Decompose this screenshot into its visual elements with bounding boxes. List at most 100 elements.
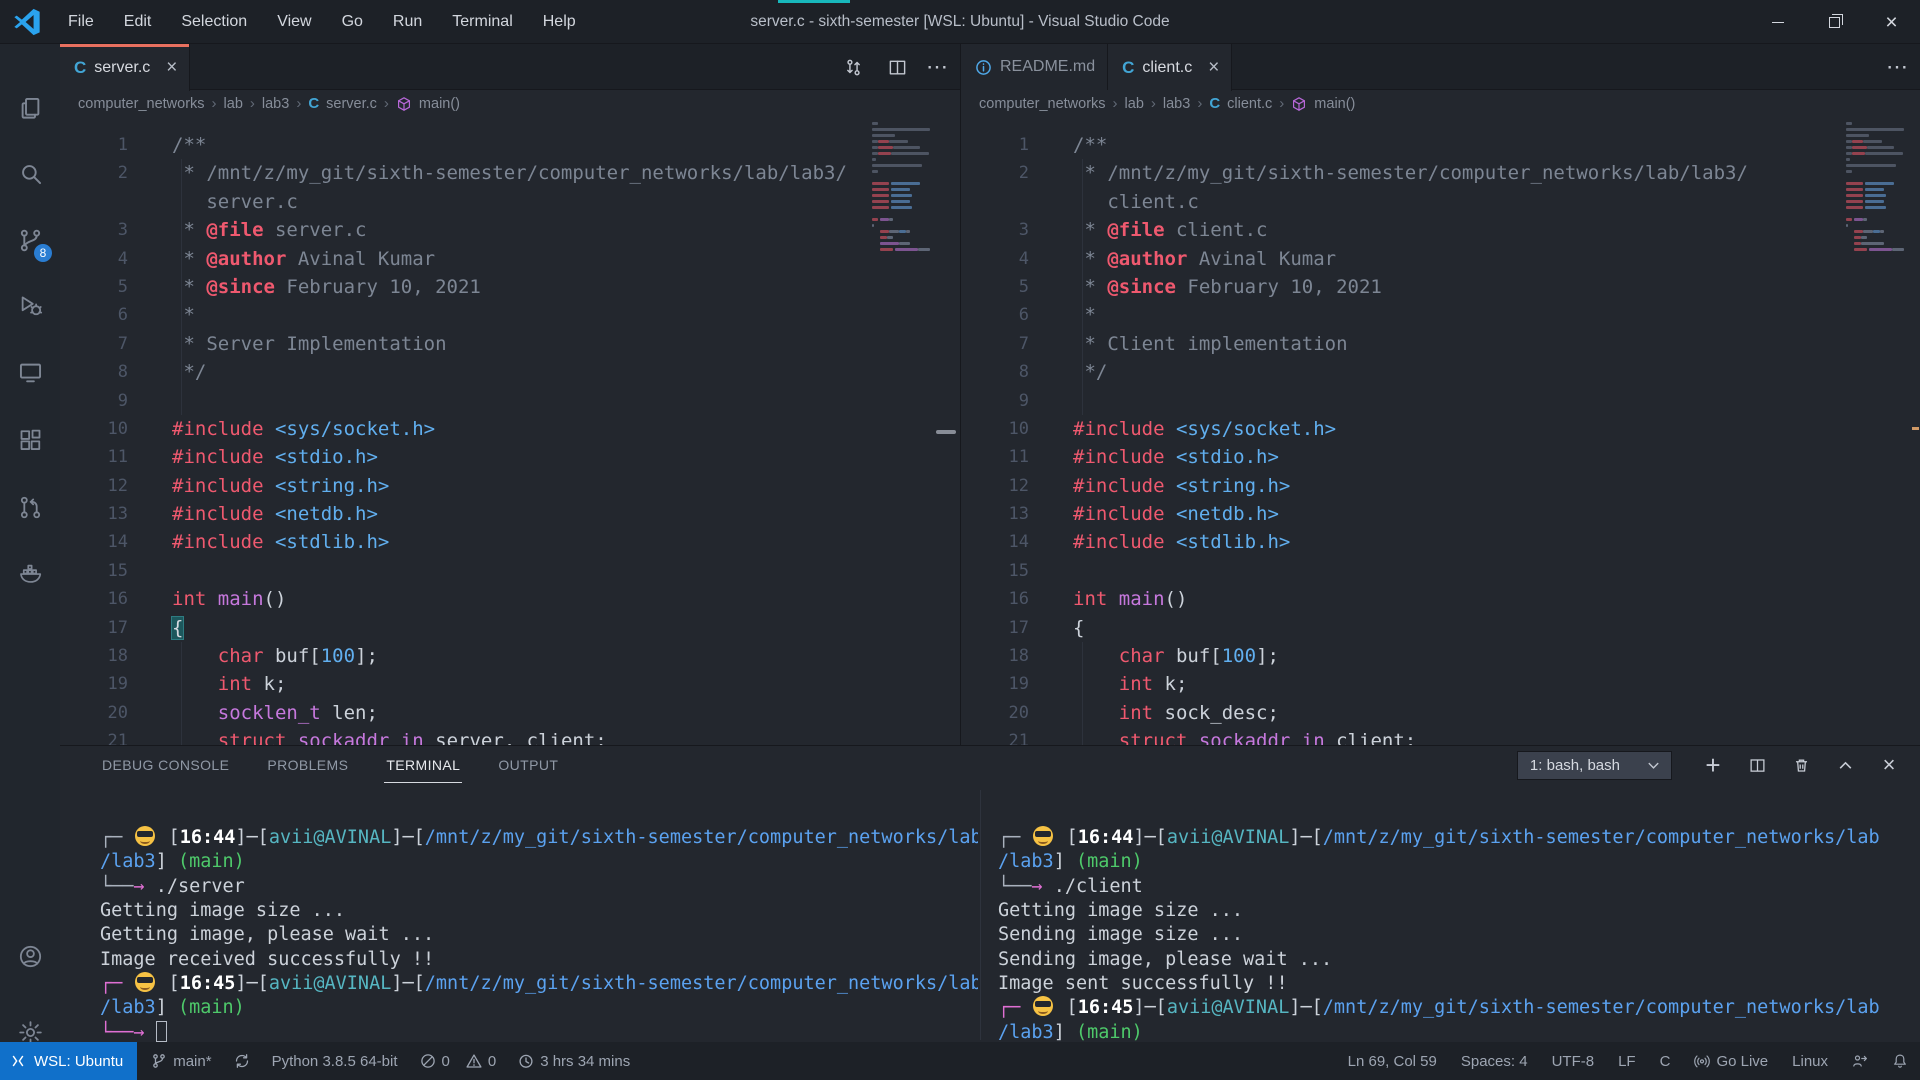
status-go-live[interactable]: Go Live [1694, 1053, 1768, 1070]
breadcrumb-item[interactable]: computer_networks [78, 96, 205, 112]
new-terminal-button[interactable]: + [1696, 750, 1730, 780]
status-feedback[interactable] [1852, 1053, 1868, 1069]
code-line: 1/** [961, 131, 1920, 159]
split-editor-icon[interactable] [882, 52, 912, 82]
editor-scrollbar-thumb[interactable] [936, 430, 956, 434]
activity-source-control[interactable]: 8 [0, 212, 60, 268]
activity-pull-requests[interactable] [0, 479, 60, 535]
status-language-mode[interactable]: C [1660, 1053, 1671, 1070]
menu-bar: FileEditSelectionView GoRunTerminal Help [56, 9, 588, 35]
line-number: 12 [60, 472, 128, 500]
minimap-left[interactable] [872, 122, 930, 254]
breadcrumb-item[interactable]: lab [224, 96, 243, 112]
maximize-panel-button[interactable] [1828, 750, 1862, 780]
line-number: 21 [961, 727, 1029, 745]
terminal-split-sash[interactable] [980, 790, 981, 1040]
terminal-line: /lab3] (main) [998, 850, 1913, 874]
status-os[interactable]: Linux [1792, 1053, 1828, 1070]
menu-run[interactable]: Run [381, 9, 434, 35]
status-sync[interactable] [234, 1053, 250, 1069]
minimap-right[interactable] [1846, 122, 1904, 254]
tab-close-icon[interactable]: × [166, 58, 177, 77]
status-indentation[interactable]: Spaces: 4 [1461, 1053, 1528, 1070]
activity-remote-explorer[interactable] [0, 344, 60, 400]
panel-tab-debug-console[interactable]: DEBUG CONSOLE [100, 748, 231, 782]
feedback-icon [1852, 1053, 1868, 1069]
activity-search[interactable] [0, 145, 60, 201]
activity-extensions[interactable] [0, 412, 60, 468]
line-number: 15 [961, 557, 1029, 585]
terminal-line: └──→ [100, 1021, 978, 1042]
terminal-left[interactable]: ┌─ [16:44]─[avii@AVINAL]─[/mnt/z/my_git/… [100, 784, 978, 1042]
minimize-button[interactable] [1749, 0, 1806, 44]
status-encoding[interactable]: UTF-8 [1552, 1053, 1595, 1070]
code-line: 15 [60, 557, 960, 585]
breadcrumb-item[interactable]: lab3 [1163, 96, 1190, 112]
breadcrumb-item[interactable]: lab [1125, 96, 1144, 112]
menu-selection[interactable]: Selection [169, 9, 259, 35]
remote-explorer-icon [17, 359, 44, 386]
tab-client-c[interactable]: Cclient.c× [1108, 44, 1232, 91]
code-line: 20 socklen_t len; [60, 699, 960, 727]
activity-docker[interactable] [0, 545, 60, 601]
menu-help[interactable]: Help [531, 9, 588, 35]
terminal-selector-dropdown[interactable]: 1: bash, bash [1517, 751, 1672, 780]
breadcrumb-item[interactable]: computer_networks [979, 96, 1106, 112]
menu-view[interactable]: View [265, 9, 323, 35]
code-line: 14#include <stdlib.h> [60, 528, 960, 556]
teal-progress-strip [778, 0, 850, 3]
remote-indicator[interactable]: WSL: Ubuntu [0, 1042, 137, 1080]
overview-ruler-mark [1912, 427, 1919, 430]
editor-server[interactable]: 1/**2 * /mnt/z/my_git/sixth-semester/com… [60, 117, 960, 745]
close-panel-button[interactable]: × [1872, 750, 1906, 780]
status-eol[interactable]: LF [1618, 1053, 1636, 1070]
terminal-line: Sending image, please wait ... [998, 948, 1913, 972]
problems-indicator[interactable]: 00 [420, 1053, 497, 1070]
panel-tab-output[interactable]: OUTPUT [496, 748, 560, 782]
breadcrumb-item[interactable]: server.c [326, 96, 377, 112]
menu-edit[interactable]: Edit [112, 9, 164, 35]
line-number: 1 [961, 131, 1029, 159]
breadcrumb-item[interactable]: client.c [1227, 96, 1272, 112]
scm-badge: 8 [34, 244, 52, 262]
terminal-right[interactable]: ┌─ [16:44]─[avii@AVINAL]─[/mnt/z/my_git/… [998, 784, 1913, 1042]
tab-close-icon[interactable]: × [1208, 58, 1219, 77]
breadcrumb-left[interactable]: computer_networks›lab›lab3›Cserver.c›mai… [60, 90, 960, 117]
kill-terminal-button[interactable] [1784, 750, 1818, 780]
breadcrumb-right[interactable]: computer_networks›lab›lab3›Cclient.c›mai… [961, 90, 1920, 117]
split-terminal-button[interactable] [1740, 750, 1774, 780]
panel-tab-terminal[interactable]: TERMINAL [384, 748, 462, 783]
menu-file[interactable]: File [56, 9, 106, 35]
code-line: 7 * Client implementation [961, 330, 1920, 358]
close-button[interactable]: × [1863, 0, 1920, 44]
editor-client[interactable]: 1/**2 * /mnt/z/my_git/sixth-semester/com… [961, 117, 1920, 745]
panel-tab-problems[interactable]: PROBLEMS [265, 748, 350, 782]
more-actions-icon[interactable]: ⋯ [926, 54, 950, 80]
line-number [60, 188, 128, 216]
code-line: 4 * @author Avinal Kumar [60, 245, 960, 273]
status-branch[interactable]: main* [151, 1053, 211, 1070]
tab-README-md[interactable]: README.md [961, 44, 1108, 90]
menu-go[interactable]: Go [330, 9, 375, 35]
compare-editor-icon[interactable] [838, 52, 868, 82]
code-line: 9 [961, 387, 1920, 415]
more-actions-icon[interactable]: ⋯ [1886, 54, 1910, 80]
status-time-tracker[interactable]: 3 hrs 34 mins [518, 1053, 630, 1070]
tab-server-c[interactable]: Cserver.c× [60, 44, 190, 91]
activity-explorer[interactable] [0, 80, 60, 136]
line-number: 21 [60, 727, 128, 745]
breadcrumb-item[interactable]: lab3 [262, 96, 289, 112]
split-icon [1749, 757, 1766, 774]
activity-run-debug[interactable] [0, 277, 60, 333]
code-line: 16int main() [961, 585, 1920, 613]
status-python-version[interactable]: Python 3.8.5 64-bit [272, 1053, 398, 1070]
status-cursor-position[interactable]: Ln 69, Col 59 [1348, 1053, 1437, 1070]
menu-terminal[interactable]: Terminal [440, 9, 524, 35]
status-notifications[interactable] [1892, 1053, 1908, 1069]
editor-split-sash[interactable] [960, 44, 961, 745]
breadcrumb-item[interactable]: main() [1314, 96, 1355, 112]
breadcrumb-item[interactable]: main() [419, 96, 460, 112]
activity-accounts[interactable] [0, 928, 60, 984]
restore-button[interactable] [1806, 0, 1863, 44]
remote-label: WSL: Ubuntu [34, 1053, 123, 1070]
